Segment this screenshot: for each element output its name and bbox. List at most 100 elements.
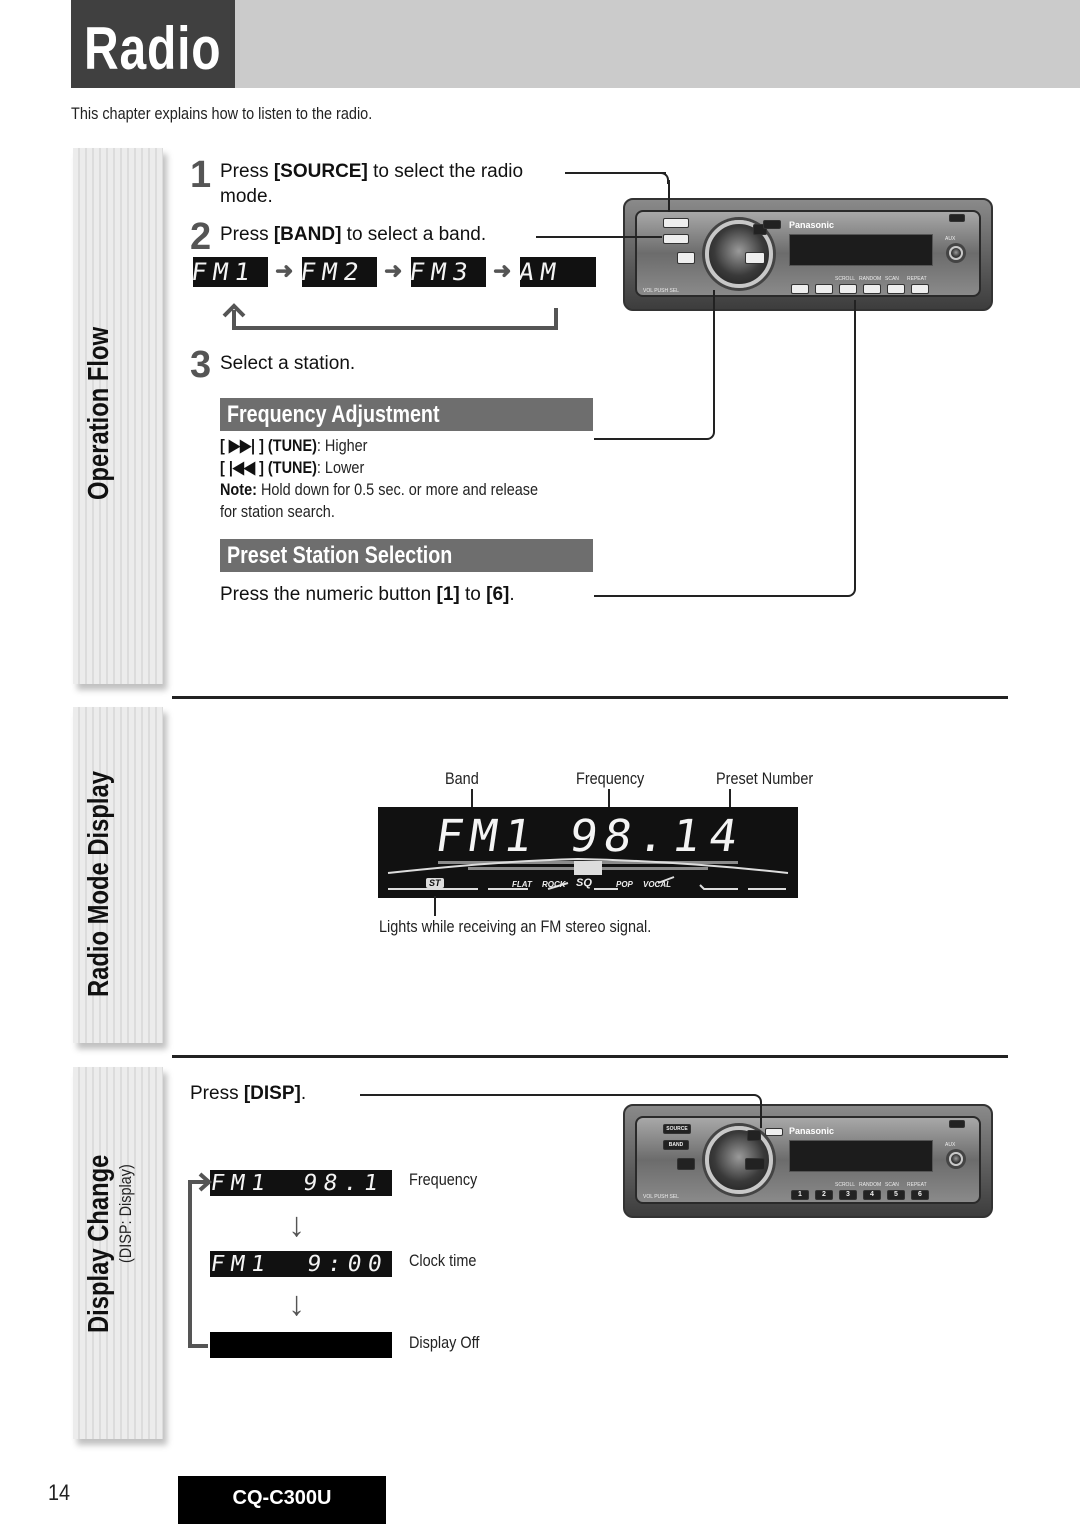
step-1-text: Press [SOURCE] to select the radio mode.	[220, 160, 523, 209]
preset-post: .	[509, 584, 515, 605]
lcd-frequency-text: 98.1	[573, 811, 703, 861]
key-1: [1]	[436, 584, 460, 605]
step-2-number: 2	[190, 216, 212, 258]
scan-label: SCAN	[885, 1182, 899, 1188]
disp-button[interactable]	[763, 220, 781, 229]
radio-unit-illustration-disp: SOURCE BAND Panasonic 1 2 3 4 5 6 SCROLL…	[623, 1104, 993, 1218]
radio-faceplate: SOURCE BAND Panasonic 1 2 3 4 5 6 SCROLL…	[635, 1116, 981, 1204]
tune-higher-text: : Higher	[316, 436, 368, 455]
disp-mode-clock-lcd: FM1 9:00	[210, 1251, 392, 1277]
source-button[interactable]	[663, 218, 689, 228]
disp-cycle-arrow-icon	[188, 1172, 213, 1348]
preset-pre: Press the numeric button	[220, 584, 437, 605]
preset-button-1[interactable]: 1	[791, 1190, 809, 1200]
radio-unit-illustration: Panasonic SCROLL RANDOM SCAN REPEAT AUX …	[623, 198, 993, 311]
random-label: RANDOM	[859, 276, 882, 282]
connector-source	[565, 172, 666, 174]
pointer-frequency	[608, 789, 610, 809]
lcd-band-text: FM1	[210, 1251, 274, 1277]
connector-corner	[655, 172, 669, 184]
disp-instruction: Press [DISP].	[190, 1082, 306, 1107]
random-label: RANDOM	[859, 1182, 882, 1188]
connector-corner	[703, 428, 715, 440]
preset-button-1[interactable]	[791, 284, 809, 294]
key-source: [SOURCE]	[273, 161, 368, 182]
band-button[interactable]: BAND	[663, 1140, 689, 1150]
heading-frequency-adjustment: Frequency Adjustment	[220, 398, 593, 431]
chapter-intro: This chapter explains how to listen to t…	[71, 104, 373, 123]
section-divider	[172, 1055, 1008, 1058]
preset-button-5[interactable]	[887, 284, 905, 294]
tune-lower: [ |◀◀ ] (TUNE): Lower	[220, 458, 364, 478]
label-frequency: Frequency	[576, 769, 645, 788]
source-button[interactable]: SOURCE	[663, 1124, 691, 1134]
brand-logo: Panasonic	[789, 220, 835, 230]
step-1-number: 1	[190, 154, 212, 196]
disp-post: .	[300, 1083, 307, 1104]
preset-button-2[interactable]	[815, 284, 833, 294]
tune-prev-button[interactable]	[677, 1158, 695, 1170]
heading-text: Frequency Adjustment	[227, 401, 440, 428]
arrow-right-icon: ➜	[275, 258, 294, 283]
sidetab-display-change: Display Change (DISP: Display)	[73, 1067, 163, 1439]
preset-instruction: Press the numeric button [1] to [6].	[220, 583, 515, 608]
preset-button-4[interactable]	[863, 284, 881, 294]
page-title: Radio	[84, 15, 222, 82]
band-text: FM3	[411, 258, 476, 286]
step-2-text: Press [BAND] to select a band.	[220, 223, 486, 248]
step-1-cont: mode.	[220, 185, 273, 207]
preset-button-6[interactable]	[911, 284, 929, 294]
step-3-number: 3	[190, 344, 212, 386]
preset-button-3[interactable]	[839, 284, 857, 294]
connector-disp-h	[360, 1094, 752, 1096]
tune-next-button[interactable]	[745, 252, 765, 264]
connector-tune-h	[594, 438, 704, 440]
tune-next-button[interactable]	[745, 1158, 765, 1170]
preset-button-5[interactable]: 5	[887, 1190, 905, 1200]
header-band	[235, 0, 1080, 88]
disp-mode-frequency-label: Frequency	[409, 1170, 478, 1189]
repeat-label: REPEAT	[907, 276, 927, 282]
disp-mode-off-lcd	[210, 1332, 392, 1358]
release-button[interactable]	[949, 1120, 965, 1128]
step-1-post: to select the radio	[367, 161, 524, 182]
disp-button[interactable]	[765, 1128, 783, 1136]
connector-preset-v	[854, 300, 856, 587]
section-label-radio-mode-display: Radio Mode Display	[83, 771, 115, 997]
band-button[interactable]	[663, 234, 689, 244]
preset-mid: to	[459, 584, 487, 605]
connector-tune-v	[713, 290, 715, 430]
arrow-right-icon: ➜	[493, 258, 512, 283]
scroll-label: SCROLL	[835, 1182, 856, 1188]
key-band: [BAND]	[273, 224, 342, 245]
heading-preset-station-selection: Preset Station Selection	[220, 539, 593, 572]
preset-button-4[interactable]: 4	[863, 1190, 881, 1200]
repeat-label: REPEAT	[907, 1182, 927, 1188]
band-lcd-fm1: FM1	[193, 257, 268, 287]
page-number: 14	[48, 1480, 71, 1505]
up-button[interactable]	[747, 1130, 761, 1141]
lcd-frequency: 98.1	[573, 811, 703, 861]
connector-source-v	[668, 180, 670, 212]
tune-lower-text: : Lower	[316, 458, 365, 477]
tune-prev-button[interactable]	[677, 252, 695, 264]
vol-label: VOL PUSH SEL	[643, 288, 679, 294]
aux-jack	[949, 1152, 963, 1166]
preset-button-2[interactable]: 2	[815, 1190, 833, 1200]
preset-button-3[interactable]: 3	[839, 1190, 857, 1200]
stereo-indicator: ST	[426, 878, 444, 888]
aux-label: AUX	[945, 236, 956, 242]
stereo-note: Lights while receiving an FM stereo sign…	[379, 917, 652, 936]
scroll-label: SCROLL	[835, 276, 856, 282]
radio-lcd-display: FM1 98.1 4 ST FLAT ROCK SQ POP VOCAL	[378, 807, 798, 898]
tune-note: Note: Hold down for 0.5 sec. or more and…	[220, 480, 538, 500]
lcd-value-text: 98.1	[301, 1170, 386, 1196]
disp-mode-clock-label: Clock time	[409, 1251, 477, 1270]
model-badge: CQ-C300U	[178, 1476, 386, 1524]
release-button[interactable]	[949, 214, 965, 222]
radio-faceplate: Panasonic SCROLL RANDOM SCAN REPEAT AUX …	[635, 210, 981, 297]
connector-corner	[844, 585, 856, 597]
band-text: AM	[520, 258, 564, 286]
lcd-preset-text: 4	[710, 811, 743, 861]
preset-button-6[interactable]: 6	[911, 1190, 929, 1200]
